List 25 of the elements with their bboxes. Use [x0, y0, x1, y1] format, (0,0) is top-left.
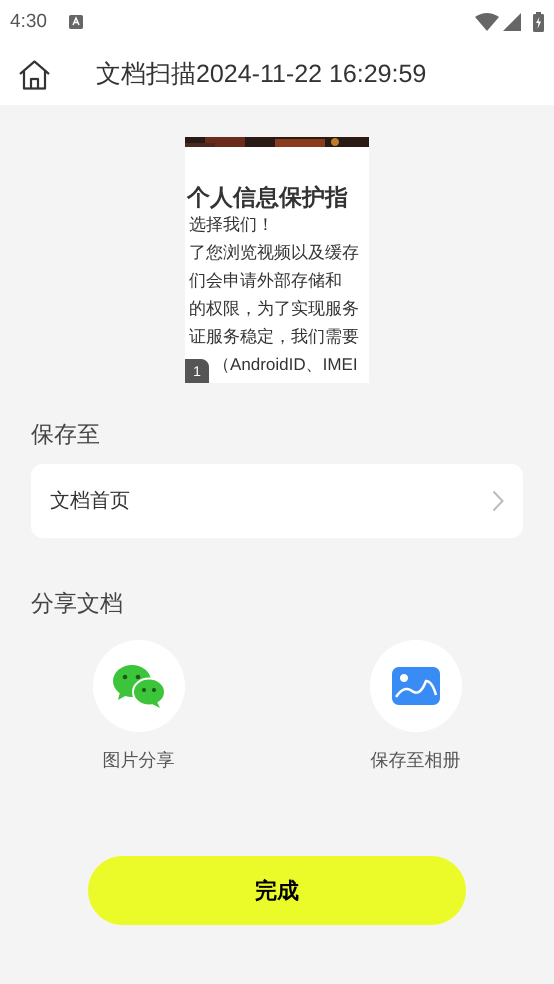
destination-label: 文档首页 — [50, 488, 131, 514]
photo-gallery-icon — [392, 667, 440, 705]
wifi-icon — [475, 13, 499, 31]
home-icon[interactable] — [18, 60, 51, 90]
section-title: 分享文档 — [31, 588, 124, 618]
page-number-badge: 1 — [185, 359, 209, 383]
section-title: 保存至 — [31, 420, 101, 449]
share-option-label: 图片分享 — [102, 749, 174, 772]
chat-bubbles-icon — [112, 664, 166, 708]
done-button[interactable]: 完成 — [88, 856, 466, 925]
share-option-label: 保存至相册 — [370, 749, 460, 772]
keyboard-notification-icon — [68, 14, 84, 30]
document-text-line: （AndroidID、IMEI — [213, 354, 358, 376]
battery-icon — [533, 12, 544, 32]
document-text-line: 证服务稳定，我们需要 — [189, 326, 359, 348]
document-heading: 个人信息保护指 — [186, 183, 349, 211]
chevron-right-icon — [492, 490, 504, 512]
status-time: 4:30 — [10, 10, 47, 34]
signal-icon — [503, 13, 521, 31]
destination-row[interactable]: 文档首页 — [31, 464, 523, 538]
document-text-line: 选择我们！ — [189, 214, 274, 236]
document-text-line: 的权限，为了实现服务 — [189, 298, 359, 320]
document-text-line: 们会申请外部存储和 — [189, 270, 342, 292]
document-text-line: 了您浏览视频以及缓存 — [189, 242, 359, 264]
window-title: 文档扫描2024-11-22 16:29:59 — [96, 58, 426, 90]
